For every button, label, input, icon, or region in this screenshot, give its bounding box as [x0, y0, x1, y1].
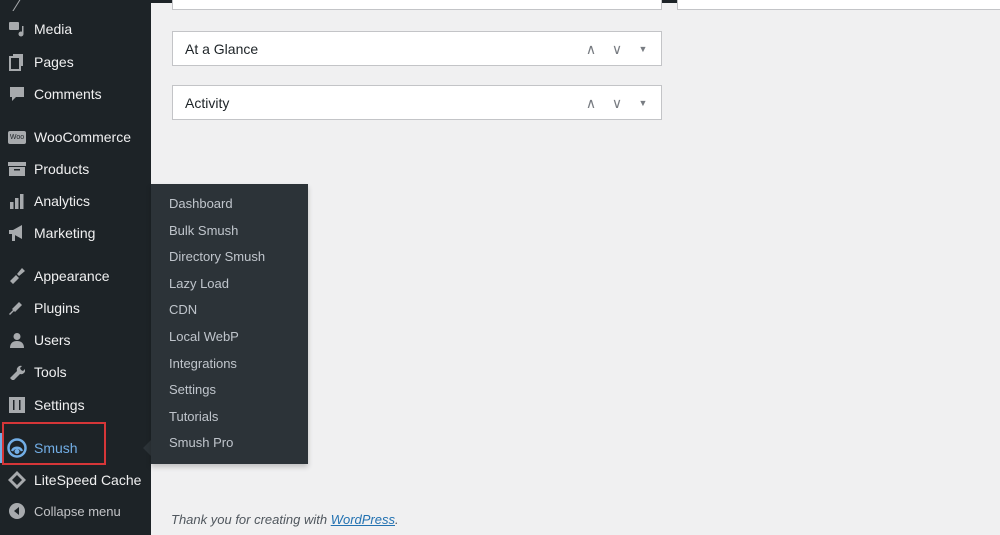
- submenu-directory-smush[interactable]: Directory Smush: [151, 244, 308, 271]
- widget-title: At a Glance: [185, 41, 259, 57]
- settings-icon: [0, 397, 34, 413]
- sidebar-item-comments[interactable]: Comments: [0, 79, 151, 109]
- sidebar-item-label: Products: [34, 161, 90, 177]
- dashboard-widget-partial-right: [677, 0, 1000, 10]
- collapse-menu-button[interactable]: Collapse menu: [0, 496, 151, 526]
- sidebar-item-label: Pages: [34, 54, 74, 70]
- flyout-pointer: [143, 440, 151, 456]
- wrench-icon: [0, 364, 34, 380]
- admin-sidebar: ⁄ Media Pages Comments Woo WooCommerce Pr…: [0, 0, 151, 535]
- footer-text: Thank you for creating with WordPress.: [171, 512, 399, 527]
- footer-end: .: [395, 512, 399, 527]
- submenu-integrations[interactable]: Integrations: [151, 351, 308, 378]
- paintbrush-icon: [0, 267, 34, 285]
- woo-icon: Woo: [0, 130, 34, 144]
- submenu-cdn[interactable]: CDN: [151, 297, 308, 324]
- sidebar-item-label: Media: [34, 21, 73, 37]
- highlight-box: [2, 422, 106, 465]
- sidebar-item-pages[interactable]: Pages: [0, 47, 151, 77]
- footer-label: Thank you for creating with: [171, 512, 331, 527]
- sidebar-item-plugins[interactable]: Plugins: [0, 293, 151, 323]
- pages-icon: [0, 53, 34, 71]
- megaphone-icon: [0, 224, 34, 242]
- dashboard-widget-partial: [172, 0, 662, 10]
- submenu-bulk-smush[interactable]: Bulk Smush: [151, 218, 308, 245]
- collapse-icon: [0, 503, 34, 519]
- comments-icon: [0, 86, 34, 102]
- sidebar-item-appearance[interactable]: Appearance: [0, 261, 151, 291]
- sidebar-item-label: Plugins: [34, 300, 80, 316]
- sidebar-item-analytics[interactable]: Analytics: [0, 186, 151, 216]
- widget-activity: Activity ∧ ∨ ▼: [172, 85, 662, 120]
- sidebar-item-label: Comments: [34, 86, 102, 102]
- submenu-lazy-load[interactable]: Lazy Load: [151, 271, 308, 298]
- widget-title: Activity: [185, 95, 230, 111]
- products-icon: [0, 161, 34, 177]
- move-up-button[interactable]: ∧: [583, 95, 599, 112]
- sidebar-item-label: Appearance: [34, 268, 110, 284]
- sidebar-item-products[interactable]: Products: [0, 154, 151, 184]
- toggle-panel-button[interactable]: ▼: [635, 98, 651, 108]
- analytics-icon: [0, 193, 34, 209]
- sidebar-item-label: Analytics: [34, 193, 91, 209]
- sidebar-item-marketing[interactable]: Marketing: [0, 218, 151, 248]
- submenu-smush-pro[interactable]: Smush Pro: [151, 430, 308, 457]
- sidebar-item-tools[interactable]: Tools: [0, 357, 151, 387]
- litespeed-icon: [0, 471, 34, 489]
- sidebar-item-woocommerce[interactable]: Woo WooCommerce: [0, 122, 151, 152]
- move-up-button[interactable]: ∧: [583, 41, 599, 58]
- submenu-dashboard[interactable]: Dashboard: [151, 191, 308, 218]
- sidebar-item-litespeed-cache[interactable]: LiteSpeed Cache: [0, 465, 151, 495]
- smush-submenu: Dashboard Bulk Smush Directory Smush Laz…: [151, 184, 308, 464]
- wordpress-link[interactable]: WordPress: [331, 512, 395, 527]
- widget-at-a-glance: At a Glance ∧ ∨ ▼: [172, 31, 662, 66]
- move-down-button[interactable]: ∨: [609, 41, 625, 58]
- media-icon: [0, 20, 34, 38]
- submenu-settings[interactable]: Settings: [151, 377, 308, 404]
- submenu-tutorials[interactable]: Tutorials: [151, 404, 308, 431]
- sidebar-item-media[interactable]: Media: [0, 14, 151, 44]
- sidebar-item-users[interactable]: Users: [0, 325, 151, 355]
- toggle-panel-button[interactable]: ▼: [635, 44, 651, 54]
- sidebar-item-label: Marketing: [34, 225, 96, 241]
- sidebar-item-settings[interactable]: Settings: [0, 390, 151, 420]
- submenu-local-webp[interactable]: Local WebP: [151, 324, 308, 351]
- sidebar-item-label: Tools: [34, 364, 67, 380]
- move-down-button[interactable]: ∨: [609, 95, 625, 112]
- sidebar-item-label: LiteSpeed Cache: [34, 472, 142, 488]
- collapse-label: Collapse menu: [34, 503, 121, 519]
- sidebar-item-label: Settings: [34, 397, 85, 413]
- user-icon: [0, 332, 34, 348]
- plugin-icon: [0, 299, 34, 317]
- sidebar-item-label: Users: [34, 332, 71, 348]
- sidebar-item-label: WooCommerce: [34, 129, 131, 145]
